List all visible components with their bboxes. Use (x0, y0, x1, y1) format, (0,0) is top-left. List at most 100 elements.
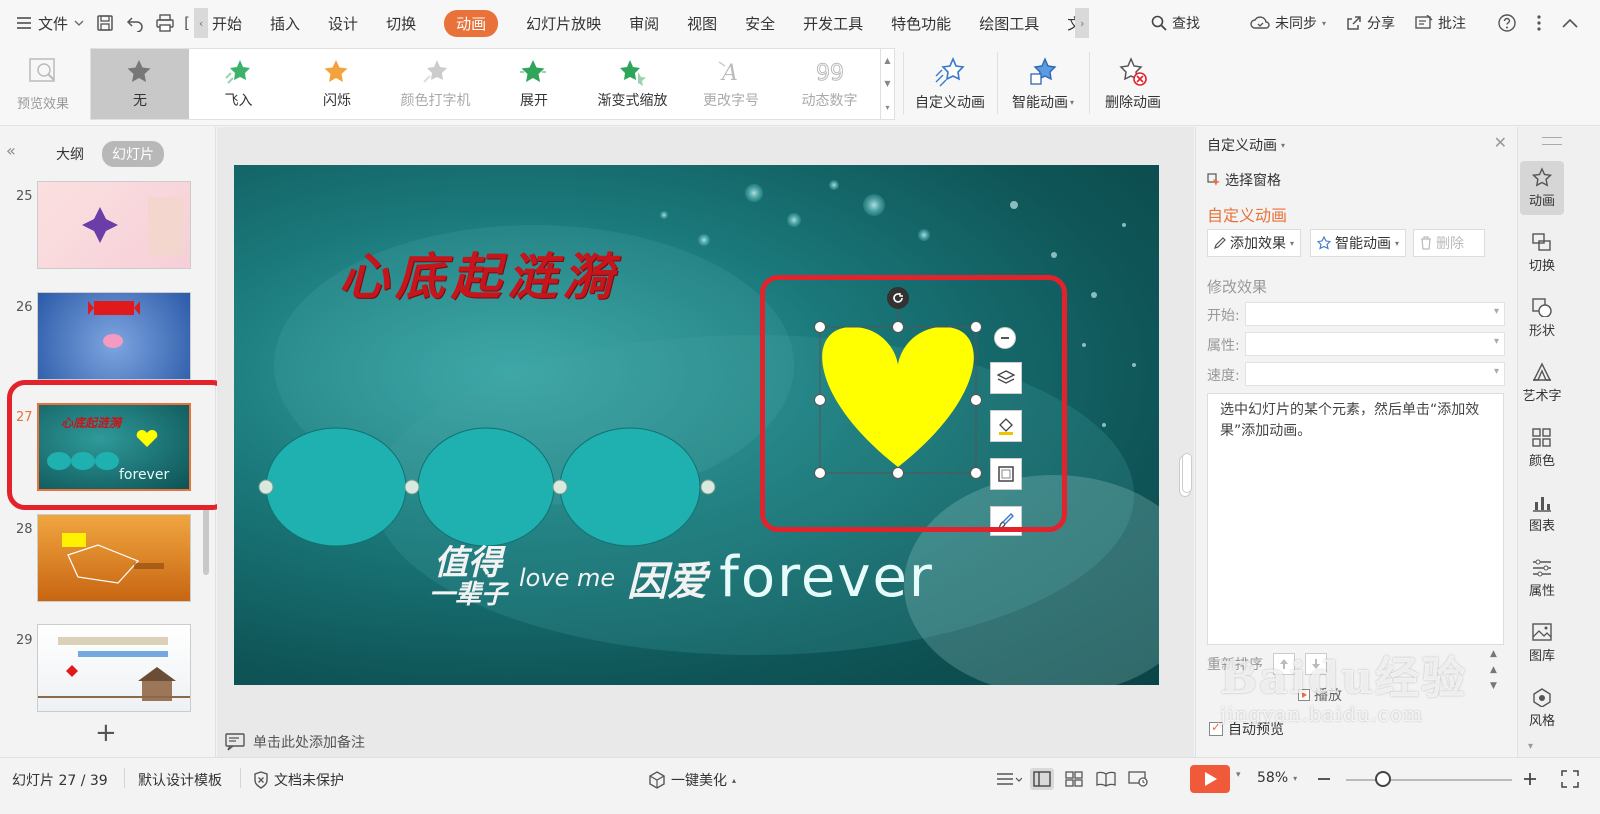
animation-effect-2[interactable]: 闪烁 (288, 49, 386, 119)
help-button[interactable] (1490, 14, 1524, 32)
animation-list[interactable]: 选中幻灯片的某个元素，然后单击“添加效果”添加动画。 (1207, 393, 1504, 645)
notes-toggle-button[interactable] (992, 768, 1026, 790)
sidebar-item-5[interactable]: 图表 (1520, 486, 1564, 540)
expand-down-icon[interactable]: ▾ (1528, 741, 1533, 752)
slide-thumbnail-25[interactable] (37, 181, 191, 269)
tab-11[interactable]: 绘图工具 (965, 0, 1053, 46)
tab-8[interactable]: 安全 (731, 0, 789, 46)
start-slideshow-button[interactable] (1190, 765, 1230, 793)
search-button[interactable]: 查找 (1143, 13, 1208, 33)
slide-sorter-button[interactable] (1062, 768, 1086, 790)
thumbnail-scrollbar[interactable] (203, 507, 209, 575)
slideshow-options-icon[interactable]: ▾ (1236, 770, 1241, 780)
pane-delete-button[interactable]: 删除 (1413, 229, 1485, 257)
undo-button[interactable] (120, 0, 150, 46)
zoom-level[interactable]: 58% ▾ (1257, 770, 1297, 786)
resize-handle[interactable] (814, 321, 826, 333)
tab-6[interactable]: 审阅 (615, 0, 673, 46)
property-select[interactable] (1245, 332, 1505, 356)
sidebar-item-1[interactable]: 切换 (1520, 226, 1564, 280)
tabs-scroll-right[interactable]: › (1075, 8, 1090, 38)
file-menu[interactable]: 文件 (0, 0, 90, 46)
add-slide-button[interactable]: + (95, 720, 117, 746)
tab-9[interactable]: 开发工具 (789, 0, 877, 46)
slide-thumbnail-28[interactable] (37, 514, 191, 602)
animation-effect-5[interactable]: 渐变式缩放 (584, 49, 682, 119)
pane-scroll-arrows[interactable]: ▲ ▲ ▼ (1490, 649, 1497, 691)
more-quick-tools[interactable]: [ (180, 0, 194, 46)
slide-thumbnail-26[interactable] (37, 292, 191, 380)
notes-bar[interactable]: 单击此处添加备注 (217, 727, 1194, 757)
fit-window-button[interactable] (1558, 768, 1582, 790)
tab-3[interactable]: 切换 (372, 0, 430, 46)
speed-select[interactable] (1245, 362, 1505, 386)
current-slide[interactable]: 心底起涟漪 值得 一辈子 love me 因爱 forever (234, 165, 1159, 685)
move-up-button[interactable] (1273, 653, 1295, 675)
resize-handle[interactable] (970, 394, 982, 406)
tab-0[interactable]: 开始 (208, 0, 256, 46)
print-button[interactable] (150, 0, 180, 46)
sidebar-item-6[interactable]: 属性 (1520, 551, 1564, 605)
animation-effect-3[interactable]: 颜色打字机 (387, 49, 485, 119)
slide-thumbnail-29[interactable] (37, 624, 191, 712)
pane-smart-animation-button[interactable]: 智能动画 ▾ (1310, 229, 1407, 257)
tab-1[interactable]: 插入 (256, 0, 314, 46)
zoom-slider-thumb[interactable] (1374, 771, 1391, 787)
slide-caption[interactable]: 值得 一辈子 love me 因爱 forever (429, 545, 934, 610)
tab-outline[interactable]: 大纲 (46, 141, 94, 167)
template-name[interactable]: 默认设计模板 (138, 770, 222, 790)
collapse-tools-button[interactable] (994, 327, 1016, 349)
resize-handle[interactable] (814, 394, 826, 406)
animation-effect-6[interactable]: A 更改字号 (682, 49, 780, 119)
normal-view-button[interactable] (1030, 768, 1054, 790)
rotate-handle[interactable] (887, 287, 909, 309)
sidebar-grip[interactable] (1542, 137, 1562, 145)
collapse-ribbon-button[interactable] (1554, 18, 1586, 28)
tab-slides[interactable]: 幻灯片 (102, 141, 164, 167)
tab-5[interactable]: 幻灯片放映 (512, 0, 615, 46)
selection-pane-link[interactable]: 选择窗格 (1207, 170, 1281, 190)
sidebar-item-0[interactable]: 动画 (1520, 161, 1564, 215)
add-effect-button[interactable]: 添加效果 ▾ (1207, 229, 1302, 257)
tabs-scroll-left[interactable]: ‹ (194, 8, 209, 38)
custom-animation-button[interactable]: 自定义动画 (910, 50, 990, 118)
layer-tool-button[interactable] (990, 362, 1022, 394)
reading-view-button[interactable] (1094, 768, 1118, 790)
resize-handle[interactable] (970, 467, 982, 479)
animation-effect-1[interactable]: 飞入 (190, 49, 288, 119)
resize-handle[interactable] (814, 467, 826, 479)
one-click-beautify[interactable]: 一键美化 ▴ (648, 770, 736, 790)
delete-animation-button[interactable]: 删除动画 (1096, 50, 1170, 118)
slide-thumbnail-27[interactable]: 心底起涟漪 forever (37, 403, 191, 491)
auto-preview-checkbox[interactable]: 自动预览 (1209, 719, 1284, 739)
canvas-vertical-scroll[interactable] (1182, 453, 1192, 493)
zoom-in-button[interactable] (1518, 768, 1542, 790)
presenter-view-button[interactable] (1126, 768, 1150, 790)
share-button[interactable]: 分享 (1338, 13, 1403, 33)
resize-handle[interactable] (892, 321, 904, 333)
zoom-slider-track[interactable] (1346, 779, 1512, 781)
animation-effect-0[interactable]: 无 (91, 49, 189, 119)
resize-handle[interactable] (892, 467, 904, 479)
slide-title[interactable]: 心底起涟漪 (339, 237, 619, 309)
tab-2[interactable]: 设计 (314, 0, 372, 46)
more-options-button[interactable] (1528, 14, 1550, 32)
save-button[interactable] (90, 0, 120, 46)
sidebar-item-2[interactable]: 形状 (1520, 291, 1564, 345)
zoom-out-button[interactable] (1312, 768, 1336, 790)
format-painter-button[interactable] (990, 506, 1022, 536)
comment-button[interactable]: 批注 (1407, 13, 1474, 33)
sidebar-item-8[interactable]: 风格 (1520, 681, 1564, 735)
smart-animation-button[interactable]: 智能动画 ▾ (1004, 50, 1082, 118)
animation-effect-4[interactable]: 展开 (485, 49, 583, 119)
move-down-button[interactable] (1305, 653, 1327, 675)
sync-button[interactable]: 未同步 ▾ (1242, 13, 1334, 33)
start-select[interactable] (1245, 302, 1505, 326)
animation-effect-7[interactable]: 99 动态数字 (781, 49, 879, 119)
tab-12[interactable]: 文 (1053, 0, 1075, 46)
collapse-panel-icon[interactable]: « (6, 141, 16, 160)
fill-tool-button[interactable] (990, 410, 1022, 442)
resize-handle[interactable] (970, 321, 982, 333)
preview-effect-button[interactable]: 预览效果 (10, 50, 76, 118)
tab-4[interactable]: 动画 (430, 0, 512, 46)
